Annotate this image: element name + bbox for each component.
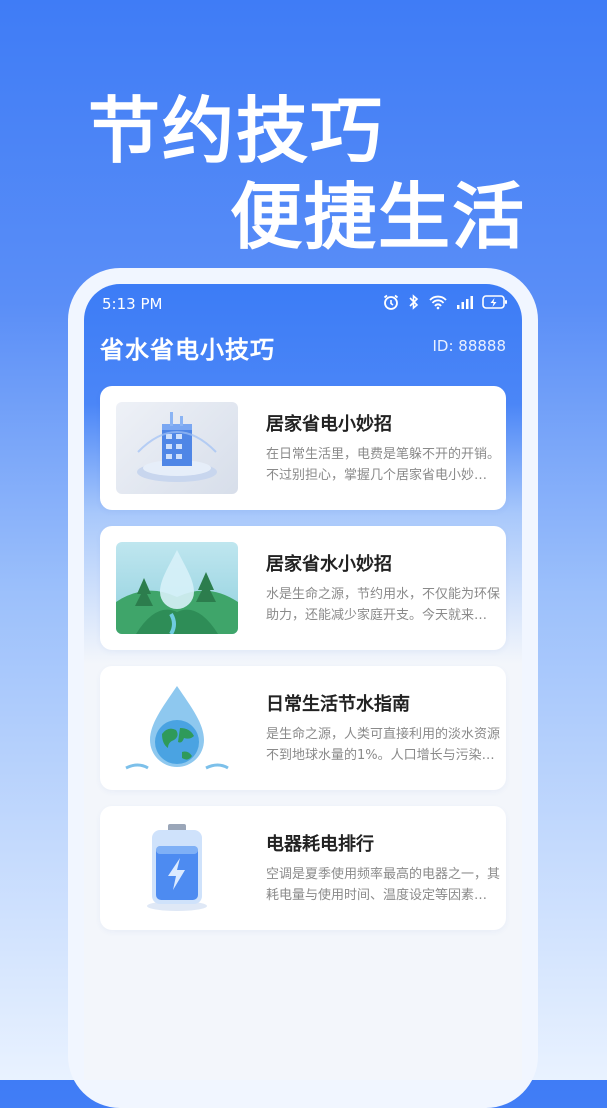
user-id: ID: 88888 <box>432 337 506 355</box>
card-title: 日常生活节水指南 <box>266 694 410 715</box>
status-time: 5:13 PM <box>102 295 163 313</box>
card-description: 水是生命之源，节约用水，不仅能为环保助力，还能减少家庭开支。今天就来分享一些实用… <box>266 587 500 623</box>
bluetooth-icon <box>408 293 420 311</box>
water-drop-forest-illustration <box>116 542 238 634</box>
earth-water-drop-illustration <box>116 682 238 774</box>
battery-charging-icon <box>482 294 508 310</box>
card-title: 居家省水小妙招 <box>266 554 392 575</box>
card-title: 居家省电小妙招 <box>266 414 392 435</box>
app-screen: 5:13 PM 省水省电小技巧 ID: 88888 居家省电小妙招 在日常生活里… <box>84 284 522 1080</box>
tip-card-electricity-saving[interactable]: 居家省电小妙招 在日常生活里，电费是笔躲不开的开销。不过别担心，掌握几个居家省电… <box>100 386 506 510</box>
battery-illustration <box>116 822 238 914</box>
card-description: 空调是夏季使用频率最高的电器之一，其耗电量与使用时间、温度设定等因素密切相关。 <box>266 867 500 903</box>
card-title: 电器耗电排行 <box>266 834 374 855</box>
status-icons <box>382 293 508 311</box>
promo-headline-2: 便捷生活 <box>230 175 527 259</box>
card-description: 在日常生活里，电费是笔躲不开的开销。不过别担心，掌握几个居家省电小妙招就能轻松省… <box>266 447 500 483</box>
app-title: 省水省电小技巧 <box>100 336 275 364</box>
card-description: 是生命之源，人类可直接利用的淡水资源不到地球水量的1%。人口增长与污染加剧了短缺… <box>266 727 500 763</box>
tip-card-water-saving[interactable]: 居家省水小妙招 水是生命之源，节约用水，不仅能为环保助力，还能减少家庭开支。今天… <box>100 526 506 650</box>
tip-card-daily-water-guide[interactable]: 日常生活节水指南 是生命之源，人类可直接利用的淡水资源不到地球水量的1%。人口增… <box>100 666 506 790</box>
wifi-icon <box>428 294 448 310</box>
status-bar: 5:13 PM <box>84 284 522 320</box>
alarm-icon <box>382 293 400 311</box>
signal-icon <box>456 295 474 309</box>
smart-building-illustration <box>116 402 238 494</box>
tip-card-appliance-ranking[interactable]: 电器耗电排行 空调是夏季使用频率最高的电器之一，其耗电量与使用时间、温度设定等因… <box>100 806 506 930</box>
